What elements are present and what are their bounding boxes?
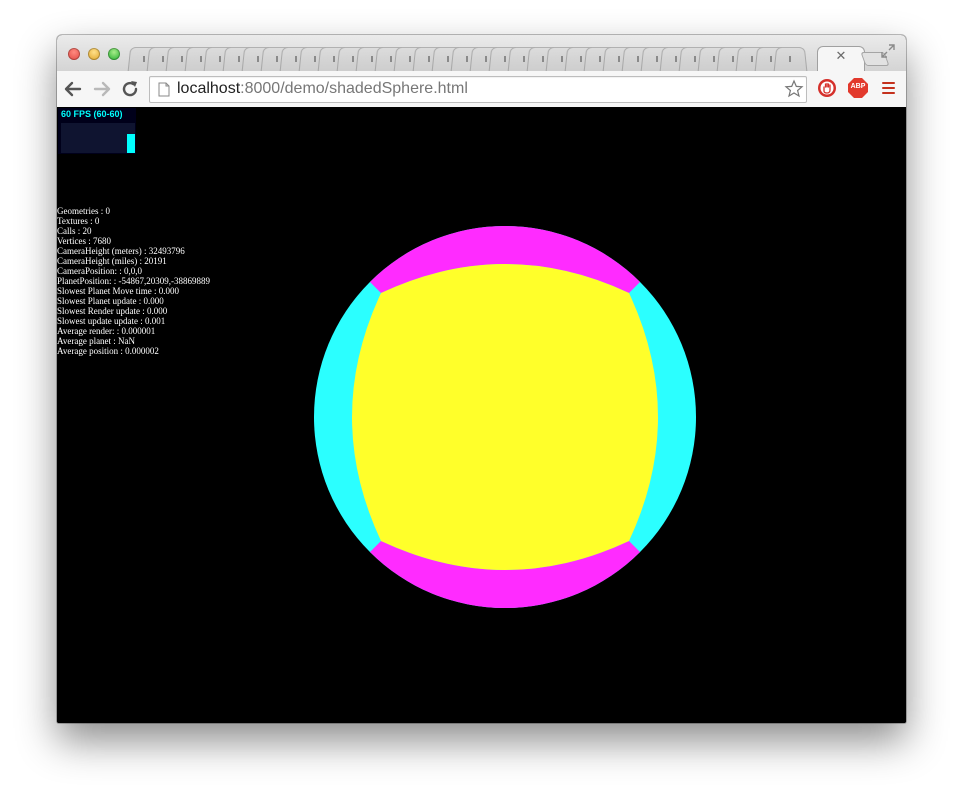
tab-favicon-icon (409, 56, 411, 62)
title-bar: ✕ (57, 35, 906, 72)
stat-line: Slowest Planet update : 0.000 (57, 296, 164, 306)
tab-favicon-icon (200, 56, 202, 62)
adblock-plus-label: ABP (850, 83, 866, 90)
background-tab[interactable] (781, 44, 800, 71)
adblock-plus-icon[interactable]: ABP (848, 78, 868, 98)
active-tab[interactable]: ✕ (817, 44, 865, 72)
url-text[interactable]: localhost:8000/demo/shadedSphere.html (177, 80, 468, 98)
tab-favicon-icon (561, 56, 563, 62)
stat-line: Average position : 0.000002 (57, 346, 159, 356)
tab-favicon-icon (732, 56, 734, 62)
tab-strip (135, 44, 825, 71)
stat-line: CameraHeight (meters) : 32493796 (57, 246, 185, 256)
stop-hand-icon[interactable] (817, 78, 837, 98)
url-host: localhost (177, 80, 241, 97)
stat-line: Average planet : NaN (57, 336, 136, 346)
stat-line: Textures : 0 (57, 216, 100, 226)
tab-favicon-icon (390, 56, 392, 62)
sphere-front-face (352, 264, 658, 570)
tab-favicon-icon (219, 56, 221, 62)
tab-favicon-icon (770, 56, 772, 62)
stat-line: Calls : 20 (57, 226, 92, 236)
chrome-menu-icon[interactable] (882, 82, 895, 94)
render-stats: Geometries : 0 Textures : 0 Calls : 20 V… (57, 206, 210, 356)
tab-favicon-icon (295, 56, 297, 62)
tab-favicon-icon (485, 56, 487, 62)
tab-favicon-icon (257, 56, 259, 62)
tab-favicon-icon (751, 56, 753, 62)
zoom-window-button[interactable] (108, 48, 120, 60)
tab-favicon-icon (162, 56, 164, 62)
fps-stats-panel[interactable]: 60 FPS (60-60) (58, 108, 136, 154)
tab-favicon-icon (371, 56, 373, 62)
address-bar[interactable]: localhost:8000/demo/shadedSphere.html (149, 76, 807, 103)
tab-favicon-icon (656, 56, 658, 62)
tab-favicon-icon (314, 56, 316, 62)
tab-favicon-icon (675, 56, 677, 62)
tab-favicon-icon (181, 56, 183, 62)
tab-favicon-icon (789, 56, 791, 62)
shaded-sphere (314, 226, 696, 608)
browser-window: ✕ localhost:8000/demo/shadedSphere.html (57, 35, 906, 723)
tab-favicon-icon (580, 56, 582, 62)
fps-graph-bar (127, 134, 135, 153)
minimize-window-button[interactable] (88, 48, 100, 60)
tab-favicon-icon (599, 56, 601, 62)
page-icon (158, 82, 170, 97)
bookmark-star-icon[interactable] (784, 79, 804, 99)
tab-favicon-icon (618, 56, 620, 62)
webgl-canvas[interactable]: 60 FPS (60-60) Geometries : 0 Textures :… (57, 107, 906, 723)
tab-favicon-icon (504, 56, 506, 62)
back-arrow-icon[interactable] (63, 79, 83, 99)
stat-line: CameraHeight (miles) : 20191 (57, 256, 167, 266)
tab-favicon-icon (238, 56, 240, 62)
stat-line: CameraPosition: : 0,0,0 (57, 266, 142, 276)
tab-close-icon[interactable]: ✕ (835, 50, 847, 63)
stat-line: Geometries : 0 (57, 206, 110, 216)
stat-line: Slowest Render update : 0.000 (57, 306, 168, 316)
forward-arrow-icon[interactable] (92, 79, 112, 99)
tab-favicon-icon (542, 56, 544, 62)
reload-icon[interactable] (120, 79, 140, 99)
stat-line: Vertices : 7680 (57, 236, 111, 246)
tab-favicon-icon (466, 56, 468, 62)
stat-line: Average render: : 0.000001 (57, 326, 156, 336)
fullscreen-icon[interactable] (881, 44, 895, 58)
tab-favicon-icon (637, 56, 639, 62)
tab-favicon-icon (352, 56, 354, 62)
tab-favicon-icon (428, 56, 430, 62)
tab-favicon-icon (143, 56, 145, 62)
tab-favicon-icon (523, 56, 525, 62)
url-path: :8000/demo/shadedSphere.html (240, 80, 468, 97)
tab-favicon-icon (713, 56, 715, 62)
stat-line: Slowest update update : 0.001 (57, 316, 166, 326)
stat-line: PlanetPosition: : -54867,20309,-38869889 (57, 276, 210, 286)
tab-favicon-icon (276, 56, 278, 62)
fps-label: 60 FPS (60-60) (61, 109, 123, 119)
tab-favicon-icon (333, 56, 335, 62)
tab-favicon-icon (694, 56, 696, 62)
tab-favicon-icon (447, 56, 449, 62)
browser-toolbar: localhost:8000/demo/shadedSphere.html AB… (57, 71, 906, 108)
stat-line: Slowest Planet Move time : 0.000 (57, 286, 179, 296)
close-window-button[interactable] (68, 48, 80, 60)
fps-graph (61, 123, 135, 153)
